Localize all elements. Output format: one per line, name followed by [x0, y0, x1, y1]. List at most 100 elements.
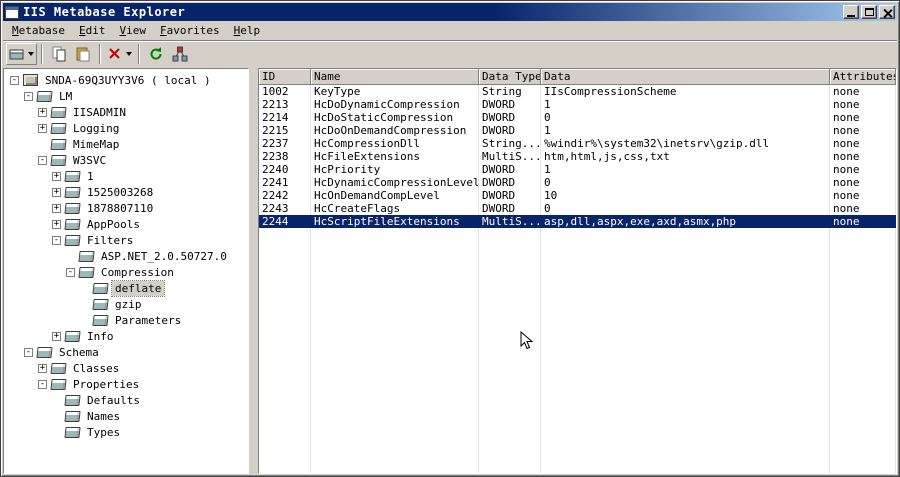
tree-item-deflate[interactable]: deflate [4, 279, 248, 297]
table-row[interactable]: 2214 HcDoStaticCompression DWORD 0 none [259, 111, 896, 124]
menu-help[interactable]: Help [227, 22, 268, 40]
tree-item-apppools[interactable]: AppPools [4, 216, 248, 232]
close-icon [883, 8, 892, 17]
tree-item-site-1525003268[interactable]: 1525003268 [4, 184, 248, 200]
tree-item-names[interactable]: Names [4, 408, 248, 424]
node-icon [50, 106, 67, 118]
refresh-icon [150, 47, 162, 60]
copy-button[interactable] [47, 43, 71, 65]
collapse-icon[interactable] [24, 91, 33, 101]
menu-edit[interactable]: Edit [72, 22, 113, 40]
tree-item-iisadmin[interactable]: IISADMIN [4, 104, 248, 120]
refresh-button[interactable] [144, 43, 168, 65]
tree-item-properties[interactable]: Properties [4, 376, 248, 392]
node-icon [64, 394, 81, 406]
node-icon [64, 234, 81, 246]
tree-item-site-1878807110[interactable]: 1878807110 [4, 200, 248, 216]
column-header-data[interactable]: Data [541, 69, 830, 85]
column-header-id[interactable]: ID [259, 69, 311, 85]
collapse-icon[interactable] [24, 347, 33, 357]
tree-item-w3svc[interactable]: W3SVC [4, 152, 248, 168]
toolbar [3, 40, 897, 67]
menu-favorites[interactable]: Favorites [153, 22, 227, 40]
node-icon [92, 314, 109, 326]
expand-icon[interactable] [38, 363, 47, 373]
title-bar[interactable]: IIS Metabase Explorer [3, 3, 897, 21]
tree-item-filters[interactable]: Filters [4, 232, 248, 248]
menu-view[interactable]: View [112, 22, 153, 40]
tree-item-compression[interactable]: Compression [4, 264, 248, 280]
table-row-selected[interactable]: 2244 HcScriptFileExtensions MultiS... asp,d… [259, 215, 896, 228]
table-row[interactable]: 2243 HcCreateFlags DWORD 0 none [259, 202, 896, 215]
maximize-icon [864, 8, 874, 16]
tree-item-parameters[interactable]: Parameters [4, 312, 248, 328]
tree-item-gzip[interactable]: gzip [4, 296, 248, 312]
tree-item-site-1[interactable]: 1 [4, 168, 248, 184]
table-row[interactable]: 2241 HcDynamicCompressionLevel DWORD 0 none [259, 176, 896, 189]
new-key-button[interactable] [6, 43, 37, 65]
tree-item-defaults[interactable]: Defaults [4, 392, 248, 408]
node-icon [64, 218, 81, 230]
minimize-icon [847, 14, 855, 17]
tree-item-info[interactable]: Info [4, 328, 248, 344]
node-icon [64, 170, 81, 182]
close-button[interactable] [879, 5, 895, 19]
node-icon [92, 282, 109, 294]
new-key-icon [9, 49, 24, 60]
table-row[interactable]: 2240 HcPriority DWORD 1 none [259, 163, 896, 176]
collapse-icon[interactable] [38, 155, 47, 165]
expand-icon[interactable] [52, 203, 61, 213]
maximize-button[interactable] [861, 5, 877, 19]
expand-icon[interactable] [52, 171, 61, 181]
table-row[interactable]: 2238 HcFileExtensions MultiS... htm,html,js… [259, 150, 896, 163]
connect-button[interactable] [168, 43, 192, 65]
column-header-data-type[interactable]: Data Type [479, 69, 541, 85]
minimize-button[interactable] [843, 5, 859, 19]
tree-item-local-machine[interactable]: SNDA-69Q3UYY3V6 ( local ) [4, 72, 248, 88]
node-icon [50, 122, 67, 134]
new-key-dropdown-icon[interactable] [28, 52, 34, 56]
node-icon [50, 378, 67, 390]
delete-icon [109, 48, 120, 59]
collapse-icon[interactable] [38, 379, 47, 389]
column-header-attributes[interactable]: Attributes [830, 69, 896, 85]
collapse-icon[interactable] [52, 235, 61, 245]
table-row[interactable]: 2237 HcCompressionDll String... %windir%\sy… [259, 137, 896, 150]
values-list: ID Name Data Type Data Attributes 1002 Ke… [258, 68, 897, 474]
expand-icon[interactable] [52, 187, 61, 197]
copy-icon [52, 46, 66, 62]
expand-icon[interactable] [52, 331, 61, 341]
table-header: ID Name Data Type Data Attributes [259, 69, 896, 85]
expand-icon[interactable] [38, 107, 47, 117]
tree-item-logging[interactable]: Logging [4, 120, 248, 136]
column-header-name[interactable]: Name [311, 69, 479, 85]
window-title: IIS Metabase Explorer [23, 5, 186, 19]
delete-dropdown-icon[interactable] [126, 52, 132, 56]
collapse-icon[interactable] [66, 267, 75, 277]
tree-item-mimemap[interactable]: MimeMap [4, 136, 248, 152]
menu-metabase[interactable]: Metabase [5, 22, 72, 40]
table-row[interactable]: 2213 HcDoDynamicCompression DWORD 1 none [259, 98, 896, 111]
expand-icon[interactable] [52, 219, 61, 229]
table-row[interactable]: 2215 HcDoOnDemandCompression DWORD 1 none [259, 124, 896, 137]
table-empty-area [259, 228, 896, 473]
tree-item-types[interactable]: Types [4, 424, 248, 440]
toolbar-separator [138, 44, 140, 64]
node-icon [64, 410, 81, 422]
expand-icon[interactable] [38, 123, 47, 133]
connect-icon [172, 46, 188, 62]
collapse-icon[interactable] [10, 75, 19, 85]
tree-item-lm[interactable]: LM [4, 88, 248, 104]
table-row[interactable]: 1002 KeyType String IIsCompressionScheme non… [259, 85, 896, 98]
paste-button[interactable] [71, 43, 95, 65]
tree-item-classes[interactable]: Classes [4, 360, 248, 376]
table-row[interactable]: 2242 HcOnDemandCompLevel DWORD 10 none [259, 189, 896, 202]
tree-item-aspnet[interactable]: ASP.NET_2.0.50727.0 [4, 248, 248, 264]
panel-splitter[interactable] [249, 68, 258, 474]
toolbar-separator [99, 44, 101, 64]
delete-button[interactable] [105, 43, 134, 65]
node-icon [36, 90, 53, 102]
node-icon [64, 426, 81, 438]
node-icon [64, 202, 81, 214]
tree-item-schema[interactable]: Schema [4, 344, 248, 360]
